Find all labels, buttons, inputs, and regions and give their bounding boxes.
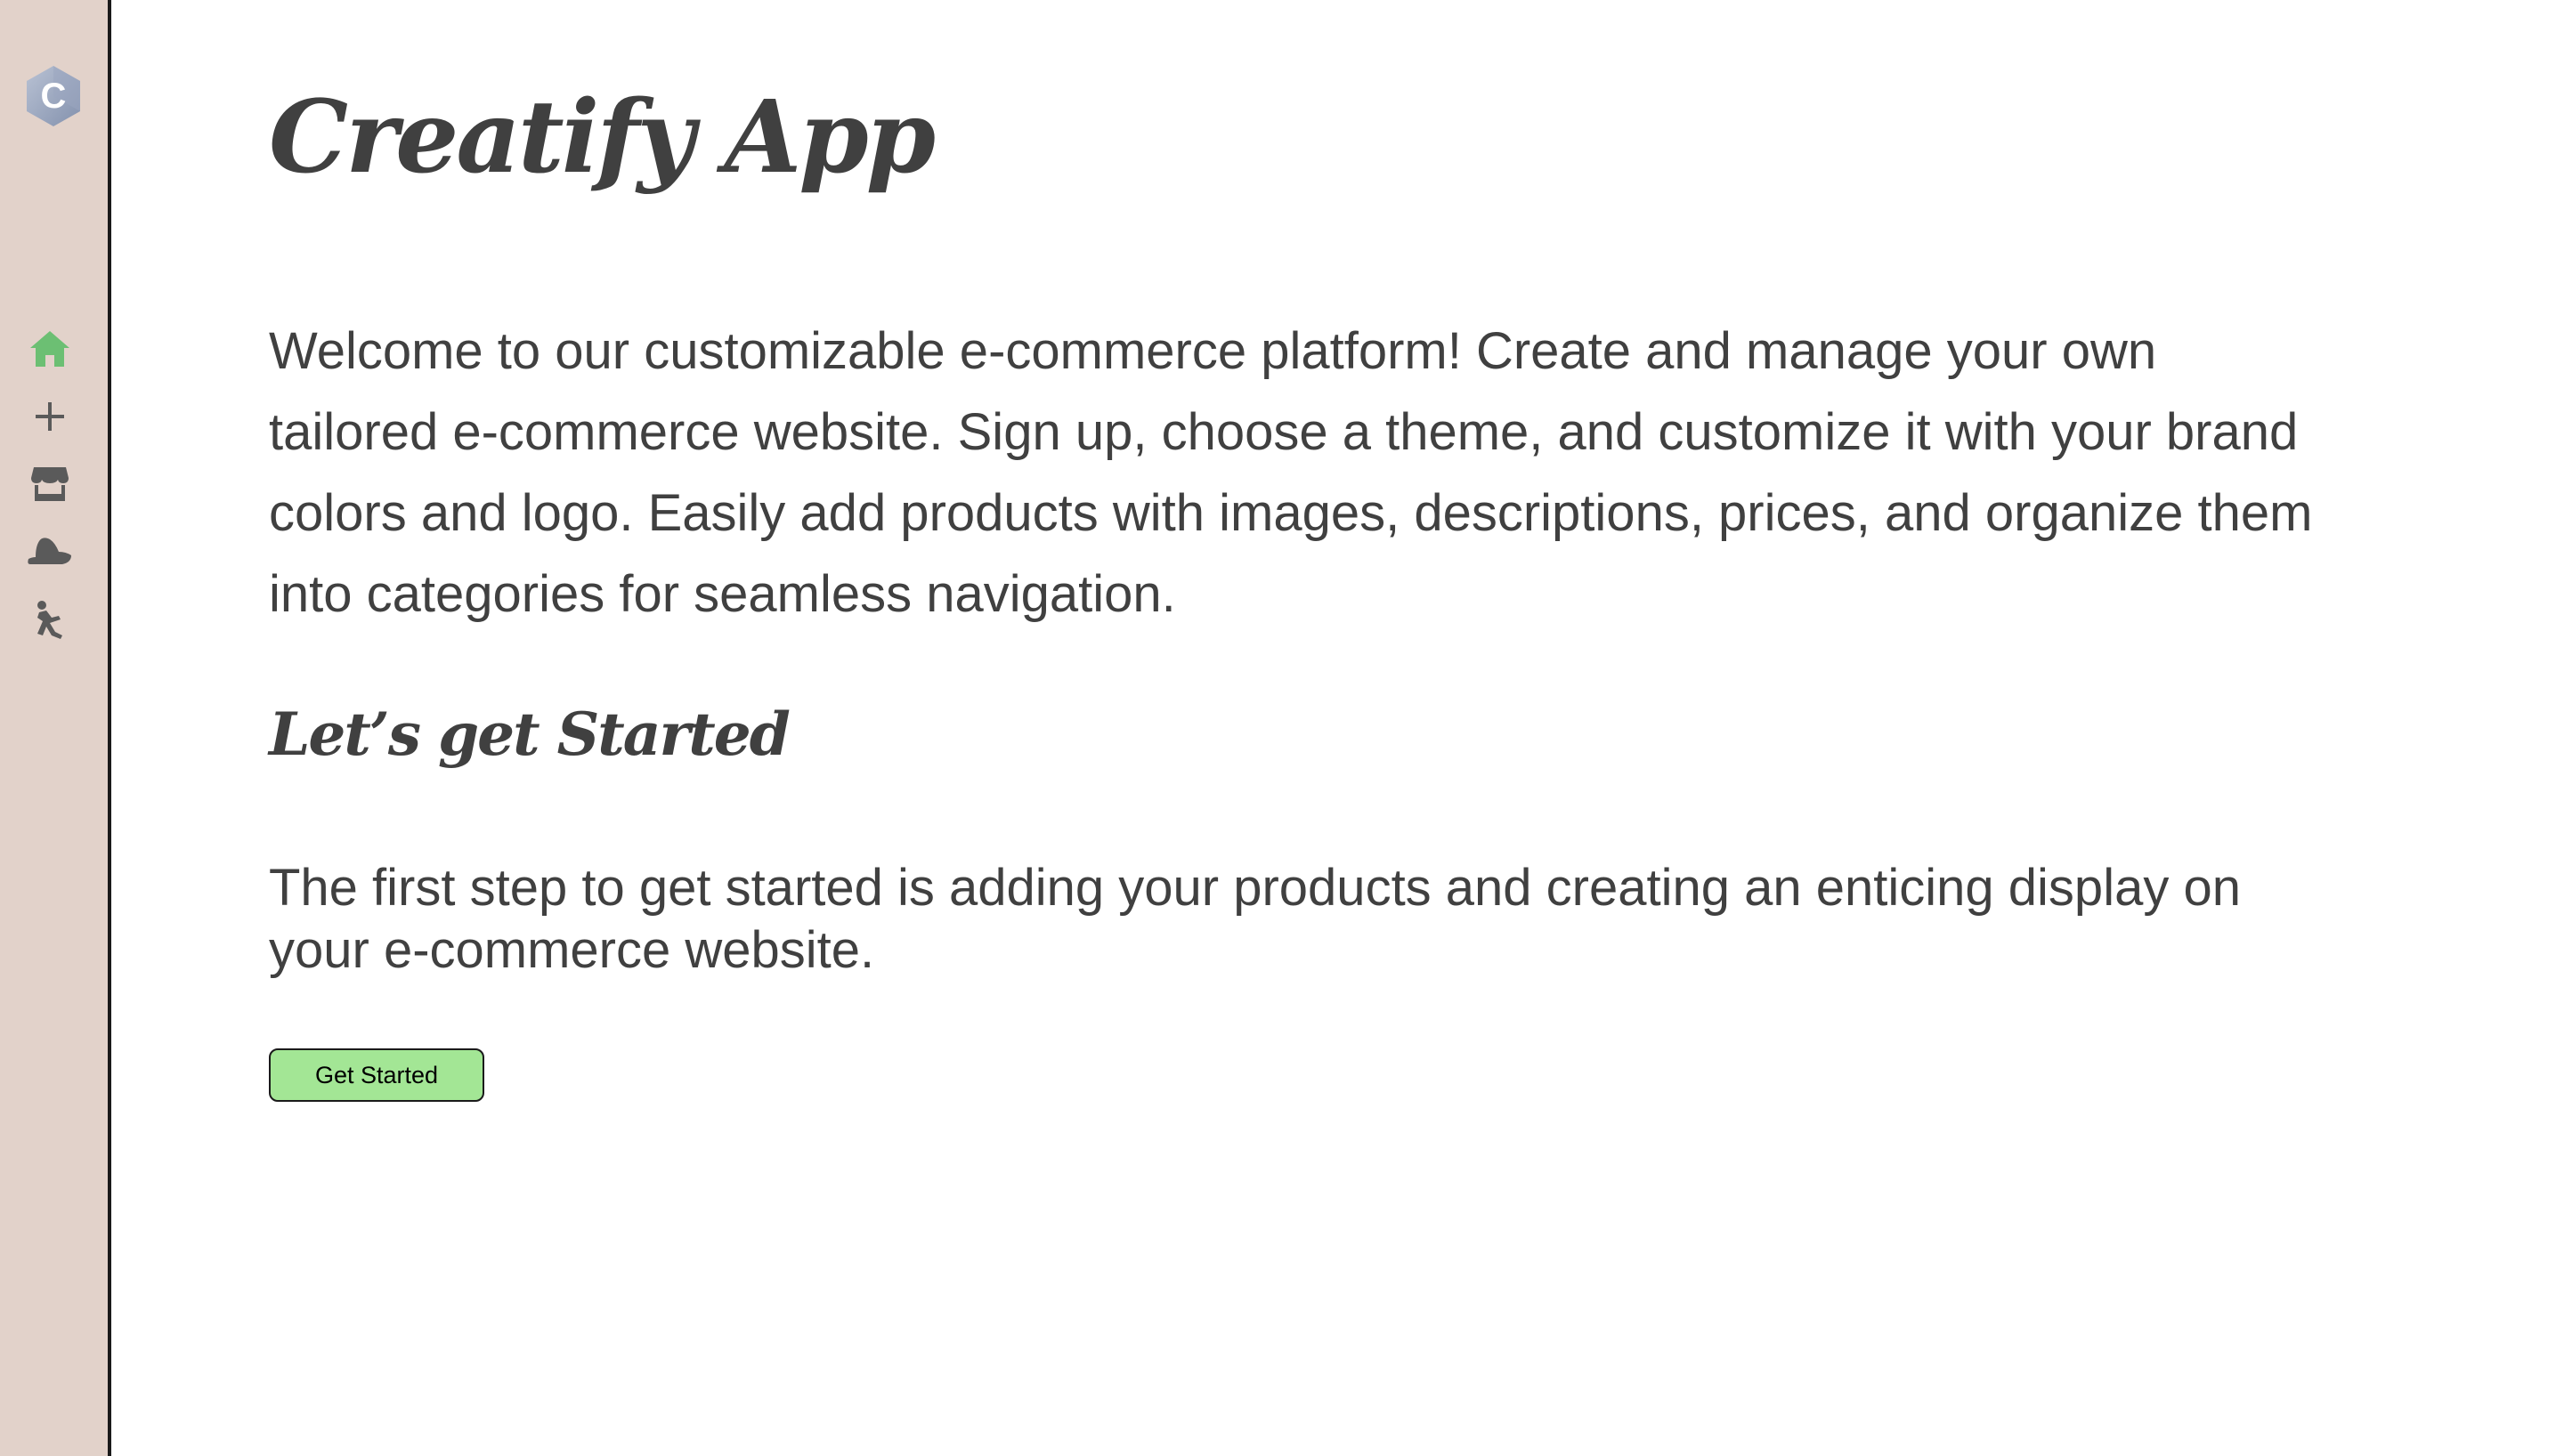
get-started-button[interactable]: Get Started [269, 1048, 484, 1102]
app-title: Creatify App [269, 79, 936, 196]
store-icon [31, 467, 69, 501]
logo-hexagon-icon: C [27, 66, 80, 126]
sidebar-item-add[interactable] [27, 393, 73, 440]
intro-paragraph: Welcome to our customizable e-commerce p… [269, 322, 2313, 623]
sidebar-item-store[interactable] [27, 461, 73, 507]
section-title: Let’s get Started [269, 700, 791, 769]
plus-icon [36, 402, 64, 431]
step-paragraph: The first step to get started is adding … [269, 859, 2241, 979]
sidebar-item-home[interactable] [27, 326, 73, 372]
person-falling-icon [37, 601, 62, 639]
app-logo[interactable]: C [23, 64, 84, 128]
sidebar-item-hat[interactable] [27, 529, 73, 575]
home-icon [30, 331, 69, 367]
sidebar: C [0, 0, 111, 1456]
sidebar-item-activity[interactable] [27, 596, 73, 643]
logo-letter: C [41, 77, 67, 116]
hat-icon [28, 538, 71, 564]
